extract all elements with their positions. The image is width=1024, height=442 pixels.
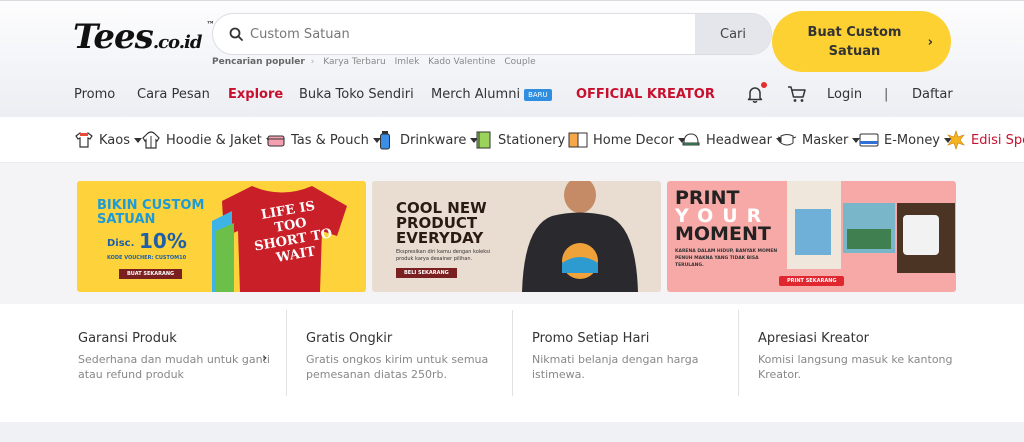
category-label: Kaos	[99, 132, 130, 148]
feature-kreator: Apresiasi Kreator Komisi langsung masuk …	[738, 310, 964, 396]
category-masker[interactable]: Masker	[777, 128, 861, 152]
category-label: Edisi Spe	[971, 132, 1024, 148]
chevron-right-icon: ›	[927, 35, 933, 50]
banner-desc: Ekspresikan diri kamu dengan koleksi pro…	[396, 249, 491, 262]
feature-promo: Promo Setiap Hari Nikmati belanja dengan…	[512, 310, 738, 396]
bottle-icon	[380, 131, 390, 150]
popular-term[interactable]: Kado Valentine	[428, 57, 495, 67]
search-icon	[229, 27, 243, 41]
category-home-decor[interactable]: Home Decor	[568, 128, 686, 152]
banner-title: MOMENT	[675, 223, 771, 245]
category-label: E-Money	[884, 132, 941, 148]
nav-merch-alumni-label: Merch Alumni	[431, 87, 521, 102]
nav-merch-alumni[interactable]: Merch Alumni BARU	[431, 87, 552, 102]
feature-garansi[interactable]: Garansi Produk Sederhana dan mudah untuk…	[78, 310, 304, 396]
model-tshirt-image	[522, 181, 638, 292]
custom-button-line2: Satuan	[828, 43, 881, 59]
mask-icon	[777, 134, 797, 146]
banner-voucher: KODE VOUCHER: CUSTOM10	[107, 255, 187, 261]
main-nav: Promo Cara Pesan Explore Buka Toko Sendi…	[74, 87, 954, 107]
banner-title: EVERYDAY	[396, 229, 484, 247]
cart-icon	[788, 86, 806, 102]
banner-title: SATUAN	[97, 212, 156, 227]
header: Tees.co.id™ Cari Buat Custom Satuan › Pe…	[0, 0, 1024, 117]
feature-title: Apresiasi Kreator	[758, 331, 870, 346]
category-label: Stationery	[498, 132, 566, 148]
nav-divider: |	[884, 87, 889, 102]
logo[interactable]: Tees.co.id ™	[73, 17, 214, 57]
category-label: Masker	[802, 132, 849, 148]
star-burst-icon	[947, 130, 965, 150]
nav-buka-toko[interactable]: Buka Toko Sendiri	[299, 87, 414, 102]
nav-login[interactable]: Login	[827, 87, 862, 102]
category-stationery[interactable]: Stationery	[473, 128, 578, 152]
feature-strip: Garansi Produk Sederhana dan mudah untuk…	[0, 304, 1024, 422]
feature-title: Promo Setiap Hari	[532, 331, 650, 346]
banner-bikin-custom[interactable]: BIKIN CUSTOM SATUAN Disc. 10% KODE VOUCH…	[77, 181, 366, 292]
buat-custom-satuan-button[interactable]: Buat Custom Satuan ›	[772, 11, 951, 72]
category-bar: Kaos Hoodie & Jaket Tas & Pouch Drinkwar…	[0, 117, 1024, 163]
search-input[interactable]	[250, 23, 690, 45]
search-bar: Cari	[212, 13, 772, 55]
banner-desc: KARENA DALAM HIDUP, BANYAK MOMEN PENUH M…	[675, 249, 778, 268]
nav-official-kreator[interactable]: OFFICIAL KREATOR	[576, 87, 715, 102]
banner-print-your-moment[interactable]: PRINT YOUR MOMENT KARENA DALAM HIDUP, BA…	[667, 181, 956, 292]
category-label: Drinkware	[400, 132, 467, 148]
popular-term[interactable]: Couple	[504, 57, 535, 67]
feature-title: Garansi Produk	[78, 331, 177, 346]
category-label: Headwear	[706, 132, 772, 148]
category-e-money[interactable]: E-Money	[859, 128, 953, 152]
feature-desc: Komisi langsung masuk ke kantong Kreator…	[758, 353, 953, 381]
popular-term[interactable]: Karya Terbaru	[323, 57, 386, 67]
logo-domain: .co.id	[152, 32, 203, 53]
feature-desc: Sederhana dan mudah untuk ganti atau ref…	[78, 353, 270, 381]
bell-icon	[747, 87, 763, 103]
logo-text: Tees	[73, 17, 154, 57]
card-icon	[859, 133, 879, 147]
custom-button-line1: Buat Custom	[807, 24, 902, 40]
category-drinkware[interactable]: Drinkware	[375, 128, 479, 152]
feature-desc: Gratis ongkos kirim untuk semua pemesana…	[306, 353, 489, 381]
banner-disc-label: Disc.	[107, 238, 135, 249]
feature-title: Gratis Ongkir	[306, 331, 393, 346]
search-button[interactable]: Cari	[695, 14, 771, 54]
notebook-icon	[476, 131, 491, 149]
popular-term[interactable]: Imlek	[395, 57, 420, 67]
banner-cta-button[interactable]: BELI SEKARANG	[396, 268, 457, 278]
nav-promo[interactable]: Promo	[74, 87, 115, 102]
banner-cta-button[interactable]: BUAT SEKARANG	[119, 269, 183, 279]
tshirt-icon	[75, 132, 93, 148]
banner-cool-new-product[interactable]: COOL NEW PRODUCT EVERYDAY Ekspresikan di…	[372, 181, 661, 292]
pouch-icon	[267, 135, 285, 147]
banner-disc-value: 10%	[139, 229, 187, 253]
category-label: Hoodie & Jaket	[166, 132, 262, 148]
banner-title: BIKIN CUSTOM	[97, 198, 205, 213]
print-products-image	[787, 181, 955, 273]
category-headwear[interactable]: Headwear	[681, 128, 784, 152]
cap-icon	[682, 133, 700, 146]
feature-desc: Nikmati belanja dengan harga istimewa.	[532, 353, 699, 381]
notification-button[interactable]	[746, 82, 767, 107]
frame-icon	[568, 132, 588, 148]
category-label: Home Decor	[593, 132, 674, 148]
notification-dot	[761, 82, 767, 88]
hoodie-icon	[142, 131, 160, 149]
page-footer-strip	[0, 422, 1024, 442]
nav-explore[interactable]: Explore	[228, 87, 283, 102]
nav-daftar[interactable]: Daftar	[912, 87, 953, 102]
new-badge: BARU	[524, 88, 552, 101]
category-edisi-spesial[interactable]: Edisi Spe	[946, 128, 1024, 152]
category-label: Tas & Pouch	[291, 132, 369, 148]
popular-searches: Pencarian populer › Karya Terbaru Imlek K…	[212, 57, 536, 67]
feature-ongkir: Gratis Ongkir Gratis ongkos kirim untuk …	[286, 310, 512, 396]
popular-label: Pencarian populer	[212, 57, 305, 67]
category-tas-pouch[interactable]: Tas & Pouch	[266, 128, 381, 152]
category-kaos[interactable]: Kaos	[74, 128, 142, 152]
cart-button[interactable]	[787, 85, 807, 107]
nav-cara-pesan[interactable]: Cara Pesan	[137, 87, 210, 102]
category-hoodie-jaket[interactable]: Hoodie & Jaket	[141, 128, 274, 152]
chevron-right-icon: ›	[262, 351, 268, 366]
